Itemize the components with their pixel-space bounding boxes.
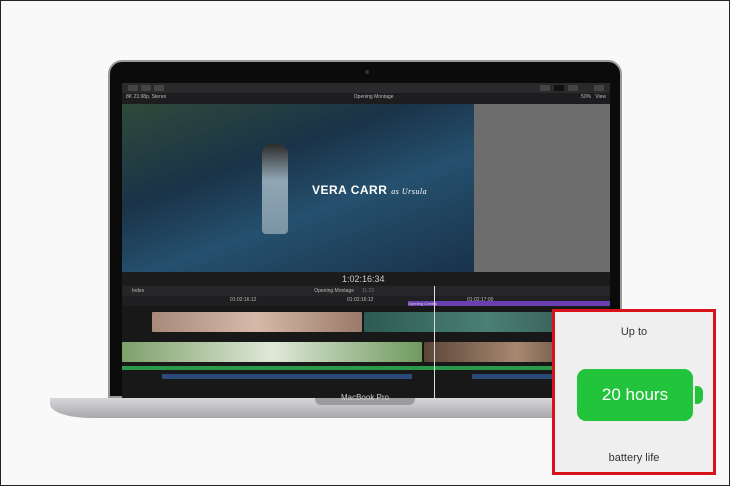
inspector-toggle[interactable] (568, 85, 578, 91)
camera-icon (365, 70, 369, 74)
viewer-empty-area (474, 104, 610, 272)
index-button[interactable]: Index (132, 288, 144, 294)
view-menu[interactable]: View (595, 94, 606, 100)
timeline-toggle[interactable] (554, 85, 564, 91)
zoom-select[interactable]: 50% (581, 94, 591, 100)
battery-terminal-icon (695, 386, 703, 404)
timeline-ruler: 01:02:16:12 01:02:16:12 01:02:17:00 Open… (122, 296, 610, 306)
background-tasks-button[interactable] (154, 85, 164, 91)
playback-controls: 1:02:16:34 (122, 273, 610, 285)
playhead[interactable] (434, 286, 435, 398)
timeline-project[interactable]: Opening Montage (314, 288, 354, 294)
project-name: Opening Montage (353, 94, 394, 100)
timeline-tracks (122, 306, 610, 398)
callout-prefix: Up to (620, 326, 648, 338)
video-viewer: VERA CARR as Ursula (122, 104, 474, 272)
music-track[interactable] (122, 366, 610, 370)
battery-hours: 20 hours (601, 385, 669, 404)
final-cut-screen: 8K 23.98p, Stereo Opening Montage 50% Vi… (122, 83, 610, 398)
timeline-duration: 11:23 (362, 288, 375, 294)
timecode-display: 1:02:16:34 (342, 274, 385, 284)
timeline-header: Index Opening Montage 11:23 (122, 286, 610, 296)
keywords-button[interactable] (141, 85, 151, 91)
viewer-info: 8K 23.98p, Stereo Opening Montage 50% Vi… (126, 94, 606, 102)
laptop-lid: 8K 23.98p, Stereo Opening Montage 50% Vi… (108, 60, 622, 398)
browser-toggle[interactable] (540, 85, 550, 91)
share-button[interactable] (594, 85, 604, 91)
format-label: 8K 23.98p, Stereo (126, 94, 167, 100)
import-button[interactable] (128, 85, 138, 91)
voiceover-clip[interactable] (162, 374, 412, 379)
callout-suffix: battery life (608, 452, 660, 464)
clip-landscape[interactable] (122, 342, 422, 362)
ruler-tick: 01:02:16:12 (347, 297, 374, 303)
battery-callout: Up to 20 hours battery life (552, 309, 716, 475)
ruler-tick: 01:02:16:12 (230, 297, 257, 303)
toolbar (122, 83, 610, 93)
battery-icon: 20 hours (577, 369, 693, 421)
clip-portrait[interactable] (152, 312, 362, 332)
woman-figure (262, 144, 288, 234)
title-overlay: VERA CARR as Ursula (312, 183, 428, 197)
